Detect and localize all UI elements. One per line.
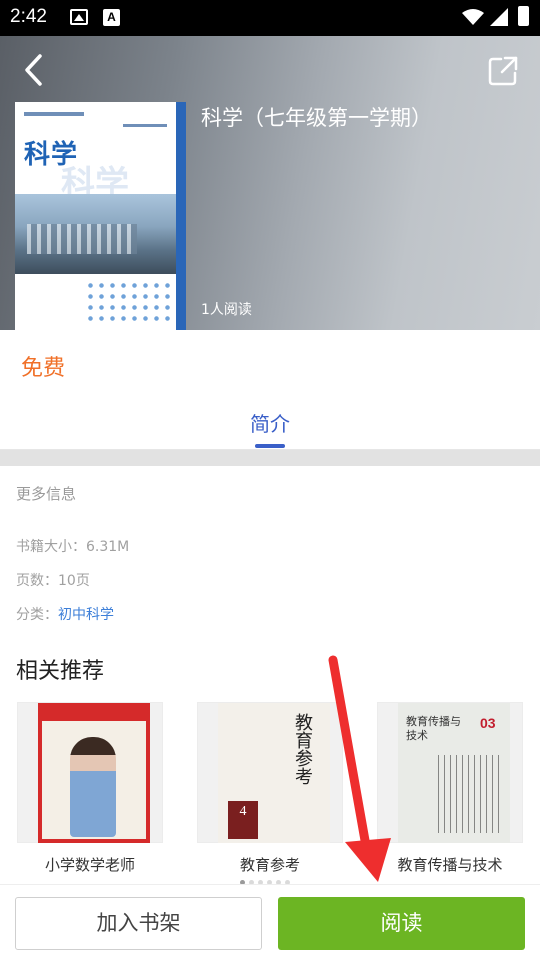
read-button[interactable]: 阅读 [278, 897, 525, 950]
cover-title: 科学 [24, 140, 79, 170]
cover-issue-number: 4 [228, 801, 258, 839]
magazine-cover [38, 703, 150, 843]
book-size-row: 书籍大小：6.31M [16, 536, 129, 556]
book-header: 科学 科学 科学（七年级第一学期） 1人阅读 [0, 36, 540, 330]
tab-intro-label: 简介 [250, 412, 290, 436]
book-title: 科学（七年级第一学期） [201, 106, 432, 130]
tab-active-indicator [255, 444, 285, 448]
magazine-cover: 教育参考 4 [218, 703, 330, 843]
book-size-value: 6.31M [86, 539, 130, 555]
section-separator [0, 450, 540, 466]
wifi-icon [462, 9, 484, 25]
recommendation-card[interactable]: 教育参考 4 [197, 702, 343, 843]
recommendation-label[interactable]: 教育传播与技术 [360, 854, 540, 875]
cover-photo [42, 721, 146, 839]
share-button[interactable] [486, 54, 520, 88]
cover-title: 教育参考 [292, 713, 313, 785]
more-info-heading: 更多信息 [16, 485, 77, 503]
page-count-row: 页数：10页 [16, 570, 90, 590]
cover-person [70, 737, 116, 837]
page-count-value: 10页 [58, 573, 90, 589]
category-label: 分类： [16, 607, 58, 623]
related-recommendations-title: 相关推荐 [16, 659, 105, 684]
battery-icon [518, 6, 529, 26]
cover-city-image [15, 194, 176, 274]
status-time: 2:42 [10, 6, 47, 27]
image-icon [70, 9, 88, 25]
signal-icon [490, 8, 508, 26]
cover-decoration [24, 112, 84, 116]
page-count-label: 页数： [16, 573, 58, 589]
tab-intro[interactable]: 简介 [0, 408, 540, 437]
read-count: 1人阅读 [201, 302, 252, 318]
cover-issue-number: 03 [480, 715, 496, 731]
recommendation-label[interactable]: 小学数学老师 [0, 854, 180, 875]
cover-pattern [438, 755, 502, 833]
cover-title: 教育传播与技术 [406, 715, 461, 742]
bottom-action-bar: 加入书架 阅读 [0, 884, 540, 960]
book-size-label: 书籍大小： [16, 539, 86, 555]
recommendation-card[interactable]: 教育传播与技术 03 [377, 702, 523, 843]
cover-stripe [176, 102, 186, 330]
chevron-left-icon [25, 54, 42, 86]
a-icon: A [103, 9, 120, 26]
cover-dot-pattern [85, 280, 173, 326]
category-link[interactable]: 初中科学 [58, 607, 114, 623]
category-row: 分类：初中科学 [16, 604, 114, 624]
price-label: 免费 [21, 356, 66, 381]
cover-decoration [123, 124, 167, 150]
magazine-cover: 教育传播与技术 03 [398, 703, 510, 843]
back-button[interactable] [16, 50, 56, 90]
recommendation-label[interactable]: 教育参考 [180, 854, 360, 875]
share-icon [488, 56, 518, 86]
book-cover[interactable]: 科学 科学 [15, 102, 186, 330]
status-bar: 2:42 A [0, 0, 540, 36]
recommendation-card[interactable] [17, 702, 163, 843]
add-to-shelf-button[interactable]: 加入书架 [15, 897, 262, 950]
